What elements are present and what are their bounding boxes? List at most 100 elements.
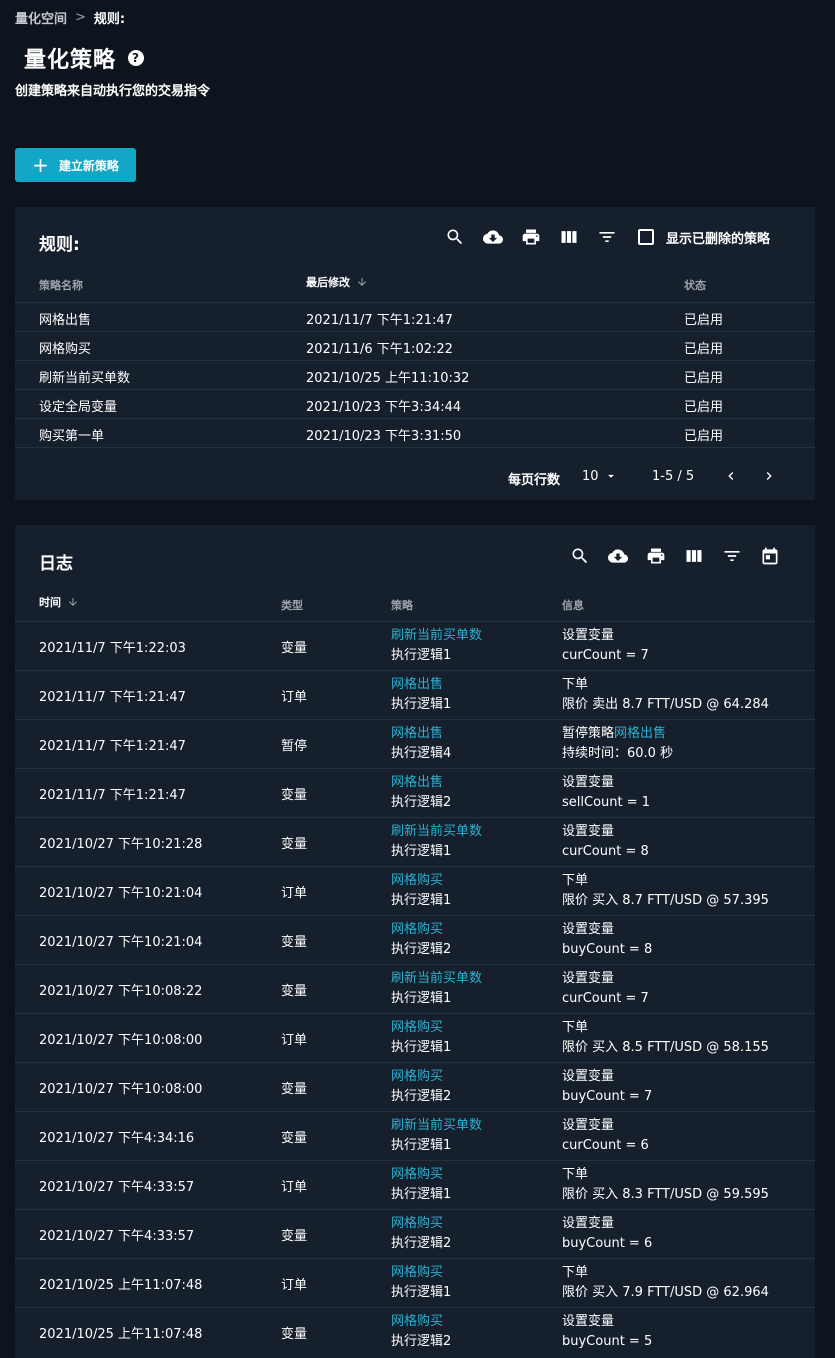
column-header-info[interactable]: 信息 xyxy=(562,597,584,613)
table-row[interactable]: 2021/11/7 下午1:21:47 变量 网格出售 执行逻辑2 设置变量 sellCo… xyxy=(15,768,815,817)
rows-per-page-select[interactable]: 10 xyxy=(582,469,599,484)
strategy-link[interactable]: 刷新当前买单数 xyxy=(391,626,482,646)
table-row[interactable]: 2021/10/27 下午10:08:00 订单 网格购买 执行逻辑1 下单 限价 买入 … xyxy=(15,1013,815,1062)
log-time: 2021/10/27 下午4:34:16 xyxy=(39,1131,195,1146)
table-row[interactable]: 购买第一单 2021/10/23 下午3:31:50 已启用 xyxy=(15,418,815,447)
column-header-type[interactable]: 类型 xyxy=(281,597,303,613)
log-info: 设置变量 curCount = 6 xyxy=(562,1116,649,1156)
column-header-status[interactable]: 状态 xyxy=(684,277,706,293)
column-header-modified[interactable]: 最后修改 xyxy=(306,274,368,290)
strategy-link[interactable]: 网格购买 xyxy=(391,1018,451,1038)
filter-icon[interactable] xyxy=(596,226,618,248)
column-header-name[interactable]: 策略名称 xyxy=(39,277,83,293)
log-type: 变量 xyxy=(281,1082,308,1097)
filter-icon[interactable] xyxy=(721,545,743,567)
print-icon[interactable] xyxy=(645,545,667,567)
log-strategy: 网格购买执行逻辑2 xyxy=(391,1312,451,1352)
strategy-logic: 执行逻辑2 xyxy=(391,1334,452,1349)
sort-arrow-icon[interactable] xyxy=(356,276,368,288)
strategy-link[interactable]: 网格出售 xyxy=(391,773,451,793)
log-strategy: 网格购买执行逻辑2 xyxy=(391,920,451,960)
rule-modified: 2021/11/6 下午1:02:22 xyxy=(306,342,453,357)
print-icon[interactable] xyxy=(520,226,542,248)
rule-status: 已启用 xyxy=(684,400,724,415)
show-deleted-checkbox[interactable] xyxy=(638,229,654,245)
caret-down-icon[interactable] xyxy=(604,469,618,487)
strategy-logic: 执行逻辑1 xyxy=(391,893,452,908)
table-row[interactable]: 2021/11/7 下午1:21:47 暂停 网格出售 执行逻辑4 暂停策略网格出售 持续… xyxy=(15,719,815,768)
table-row[interactable]: 网格出售 2021/11/7 下午1:21:47 已启用 xyxy=(15,302,815,331)
download-icon[interactable] xyxy=(607,545,629,567)
strategy-link[interactable]: 网格出售 xyxy=(391,724,451,744)
search-icon[interactable] xyxy=(444,226,466,248)
column-header-time[interactable]: 时间 xyxy=(39,594,79,610)
table-row[interactable]: 刷新当前买单数 2021/10/25 上午11:10:32 已启用 xyxy=(15,360,815,389)
calendar-icon[interactable] xyxy=(759,545,781,567)
table-row[interactable]: 2021/10/27 下午4:33:57 订单 网格购买 执行逻辑1 下单 限价 买入 8… xyxy=(15,1160,815,1209)
table-row[interactable]: 2021/10/27 下午10:08:00 变量 网格购买 执行逻辑2 设置变量 buyC… xyxy=(15,1062,815,1111)
column-header-time-label: 时间 xyxy=(39,596,61,609)
table-row[interactable]: 2021/10/27 下午10:21:28 变量 刷新当前买单数 执行逻辑1 设置变量 c… xyxy=(15,817,815,866)
table-row[interactable]: 2021/10/25 上午11:07:48 变量 网格购买执行逻辑2 设置变量 buyC… xyxy=(15,1307,815,1356)
log-title: 日志 xyxy=(39,554,73,574)
table-row[interactable]: 设定全局变量 2021/10/23 下午3:34:44 已启用 xyxy=(15,389,815,418)
download-icon[interactable] xyxy=(482,226,504,248)
strategy-link[interactable]: 刷新当前买单数 xyxy=(391,969,482,989)
create-strategy-button[interactable]: + 建立新策略 xyxy=(15,148,136,182)
rule-name[interactable]: 购买第一单 xyxy=(39,425,104,444)
sort-arrow-icon[interactable] xyxy=(67,596,79,608)
info-line-1: 下单 xyxy=(562,1165,769,1185)
table-row[interactable]: 网格购买 2021/11/6 下午1:02:22 已启用 xyxy=(15,331,815,360)
column-header-strategy[interactable]: 策略 xyxy=(391,597,413,613)
breadcrumb-separator: > xyxy=(75,10,86,25)
info-action: 下单 xyxy=(562,1167,589,1182)
columns-icon[interactable] xyxy=(683,545,705,567)
table-row[interactable]: 2021/10/27 下午10:08:22 变量 刷新当前买单数 执行逻辑1 设置变量 c… xyxy=(15,964,815,1013)
next-page-icon[interactable] xyxy=(761,468,777,488)
strategy-link[interactable]: 刷新当前买单数 xyxy=(391,822,482,842)
table-row[interactable]: 2021/11/7 下午1:22:03 变量 刷新当前买单数 执行逻辑1 设置变量 cur… xyxy=(15,621,815,670)
strategy-logic: 执行逻辑1 xyxy=(391,844,452,859)
rules-toolbar: 显示已删除的策略 xyxy=(444,226,770,248)
help-icon[interactable]: ? xyxy=(128,50,145,66)
info-strategy-link[interactable]: 网格出售 xyxy=(614,726,666,741)
strategy-link[interactable]: 网格购买 xyxy=(391,920,451,940)
strategy-logic: 执行逻辑1 xyxy=(391,991,452,1006)
strategy-link[interactable]: 网格购买 xyxy=(391,1067,451,1087)
log-info: 下单 限价 买入 7.9 FTT/USD @ 62.964 xyxy=(562,1263,769,1303)
info-action: 设置变量 xyxy=(562,775,615,790)
table-row[interactable]: 2021/10/27 下午10:21:04 变量 网格购买 执行逻辑2 设置变量 buyC… xyxy=(15,915,815,964)
strategy-link[interactable]: 网格购买 xyxy=(391,1263,451,1283)
table-row[interactable]: 2021/10/27 下午4:34:16 变量 刷新当前买单数 执行逻辑1 设置变量 cu… xyxy=(15,1111,815,1160)
log-info: 设置变量 buyCount = 5 xyxy=(562,1312,652,1352)
prev-page-icon[interactable] xyxy=(723,468,739,488)
rule-name[interactable]: 网格购买 xyxy=(39,338,91,357)
strategy-link[interactable]: 网格购买 xyxy=(391,1214,451,1234)
info-detail: sellCount = 1 xyxy=(562,795,651,810)
strategy-link[interactable]: 网格购买 xyxy=(391,1165,451,1185)
log-strategy: 网格出售 执行逻辑2 xyxy=(391,773,451,813)
rule-name[interactable]: 刷新当前买单数 xyxy=(39,367,130,386)
columns-icon[interactable] xyxy=(558,226,580,248)
strategy-link[interactable]: 网格购买 xyxy=(391,871,451,891)
search-icon[interactable] xyxy=(569,545,591,567)
table-row[interactable]: 2021/10/27 下午10:21:04 订单 网格购买 执行逻辑1 下单 限价 买入 … xyxy=(15,866,815,915)
table-row[interactable]: 2021/10/25 上午11:07:48 订单 网格购买 执行逻辑1 下单 限价 买入 … xyxy=(15,1258,815,1307)
table-row[interactable]: 2021/10/27 下午4:33:57 变量 网格购买 执行逻辑2 设置变量 buyCo… xyxy=(15,1209,815,1258)
breadcrumb-root[interactable]: 量化空间 xyxy=(15,8,67,27)
log-time: 2021/10/25 上午11:07:48 xyxy=(39,1327,203,1342)
table-row[interactable]: 2021/11/7 下午1:21:47 订单 网格出售 执行逻辑1 下单 限价 卖出 8.… xyxy=(15,670,815,719)
log-type: 变量 xyxy=(281,788,308,803)
log-type: 变量 xyxy=(281,1327,308,1342)
log-type: 变量 xyxy=(281,1131,308,1146)
strategy-logic: 执行逻辑1 xyxy=(391,1285,452,1300)
strategy-link[interactable]: 刷新当前买单数 xyxy=(391,1116,482,1136)
strategy-link[interactable]: 网格购买 xyxy=(391,1312,451,1332)
log-info: 暂停策略网格出售 持续时间：60.0 秒 xyxy=(562,724,673,764)
rule-name[interactable]: 设定全局变量 xyxy=(39,396,117,415)
strategy-link[interactable]: 网格出售 xyxy=(391,675,451,695)
log-time: 2021/11/7 下午1:22:03 xyxy=(39,641,186,656)
rule-name[interactable]: 网格出售 xyxy=(39,309,91,328)
page-range: 1-5 / 5 xyxy=(652,469,695,484)
strategy-logic: 执行逻辑2 xyxy=(391,942,452,957)
